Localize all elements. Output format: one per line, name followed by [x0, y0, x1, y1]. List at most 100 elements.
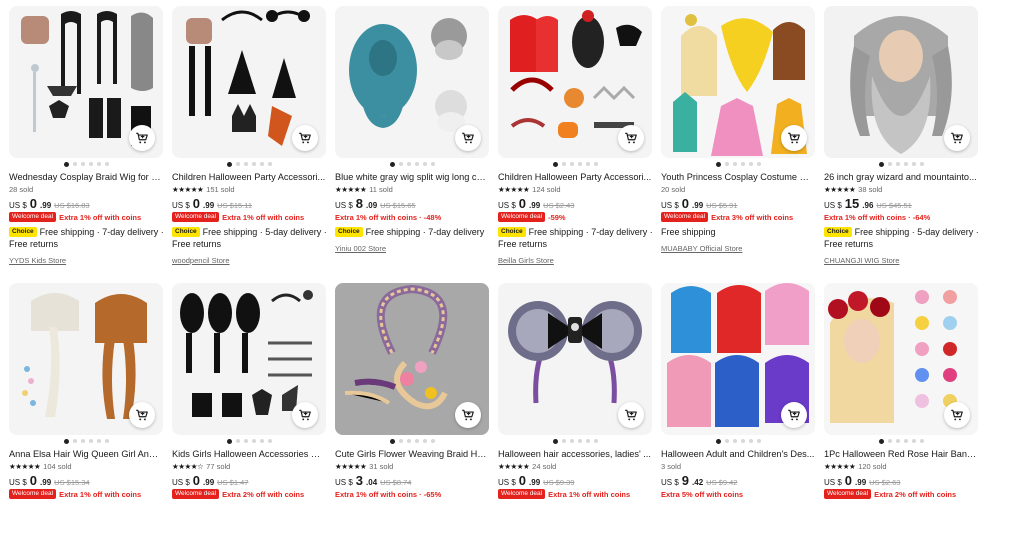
carousel-dot[interactable]	[267, 162, 272, 166]
carousel-dot[interactable]	[593, 439, 598, 443]
add-to-cart-button[interactable]	[129, 402, 155, 428]
carousel-dot[interactable]	[593, 162, 598, 166]
carousel-dot[interactable]	[577, 162, 582, 166]
image-carousel-dots[interactable]	[335, 437, 489, 445]
carousel-dot[interactable]	[895, 439, 900, 443]
product-image[interactable]	[824, 6, 978, 158]
carousel-dot[interactable]	[715, 438, 721, 444]
add-to-cart-button[interactable]	[618, 125, 644, 151]
carousel-dot[interactable]	[732, 439, 737, 443]
carousel-dot[interactable]	[398, 439, 403, 443]
carousel-dot[interactable]	[72, 162, 77, 166]
product-title[interactable]: Kids Girls Halloween Accessories Pr...	[172, 448, 326, 460]
add-to-cart-button[interactable]	[455, 125, 481, 151]
carousel-dot[interactable]	[732, 162, 737, 166]
carousel-dot[interactable]	[585, 439, 590, 443]
product-image[interactable]	[824, 283, 978, 435]
carousel-dot[interactable]	[903, 162, 908, 166]
carousel-dot[interactable]	[243, 439, 248, 443]
add-to-cart-button[interactable]	[781, 125, 807, 151]
product-image[interactable]	[335, 283, 489, 435]
add-to-cart-button[interactable]	[618, 402, 644, 428]
carousel-dot[interactable]	[585, 162, 590, 166]
carousel-dot[interactable]	[80, 162, 85, 166]
carousel-dot[interactable]	[422, 162, 427, 166]
image-carousel-dots[interactable]	[172, 437, 326, 445]
carousel-dot[interactable]	[398, 162, 403, 166]
product-card[interactable]: Kids Girls Halloween Accessories Pr... ★ ★…	[172, 283, 326, 560]
carousel-dot[interactable]	[80, 439, 85, 443]
carousel-dot[interactable]	[96, 162, 101, 166]
carousel-dot[interactable]	[406, 439, 411, 443]
image-carousel-dots[interactable]	[498, 437, 652, 445]
image-carousel-dots[interactable]	[335, 160, 489, 168]
carousel-dot[interactable]	[561, 162, 566, 166]
carousel-dot[interactable]	[919, 162, 924, 166]
carousel-dot[interactable]	[748, 162, 753, 166]
carousel-dot[interactable]	[911, 162, 916, 166]
carousel-dot[interactable]	[63, 438, 69, 444]
store-link[interactable]: MUABABY Official Store	[661, 244, 815, 254]
carousel-dot[interactable]	[104, 162, 109, 166]
carousel-dot[interactable]	[740, 439, 745, 443]
add-to-cart-button[interactable]	[455, 402, 481, 428]
store-link[interactable]: Beilla Girls Store	[498, 256, 652, 266]
product-title[interactable]: Youth Princess Cosplay Costume Cr...	[661, 171, 815, 183]
carousel-dot[interactable]	[226, 161, 232, 167]
product-title[interactable]: 1Pc Halloween Red Rose Hair Band ...	[824, 448, 978, 460]
product-card[interactable]: Blue white gray wig split wig long cu...…	[335, 6, 489, 283]
image-carousel-dots[interactable]	[498, 160, 652, 168]
carousel-dot[interactable]	[389, 438, 395, 444]
carousel-dot[interactable]	[911, 439, 916, 443]
carousel-dot[interactable]	[903, 439, 908, 443]
image-carousel-dots[interactable]	[9, 437, 163, 445]
carousel-dot[interactable]	[740, 162, 745, 166]
carousel-dot[interactable]	[748, 439, 753, 443]
carousel-dot[interactable]	[104, 439, 109, 443]
image-carousel-dots[interactable]	[661, 160, 815, 168]
product-card[interactable]: 26 inch gray wizard and mountainto... ★ ★ ★…	[824, 6, 978, 283]
carousel-dot[interactable]	[88, 439, 93, 443]
product-card[interactable]: Children Halloween Party Accessori... ★ ★ ★…	[498, 6, 652, 283]
add-to-cart-button[interactable]	[944, 402, 970, 428]
product-title[interactable]: 26 inch gray wizard and mountainto...	[824, 171, 978, 183]
product-image[interactable]	[172, 6, 326, 158]
carousel-dot[interactable]	[267, 439, 272, 443]
store-link[interactable]: Yiniu 002 Store	[335, 244, 489, 254]
add-to-cart-button[interactable]	[781, 402, 807, 428]
product-title[interactable]: Children Halloween Party Accessori...	[172, 171, 326, 183]
product-card[interactable]: Halloween hair accessories, ladies' ... ★…	[498, 283, 652, 560]
carousel-dot[interactable]	[259, 439, 264, 443]
product-card[interactable]: Anna Elsa Hair Wig Queen Girl Anna... ★ ★ ★…	[9, 283, 163, 560]
product-card[interactable]: 1Pc Halloween Red Rose Hair Band ... ★ ★ ★ ★…	[824, 283, 978, 560]
carousel-dot[interactable]	[389, 161, 395, 167]
image-carousel-dots[interactable]	[824, 437, 978, 445]
product-card[interactable]: Youth Princess Cosplay Costume Cr... 20 s…	[661, 6, 815, 283]
image-carousel-dots[interactable]	[824, 160, 978, 168]
image-carousel-dots[interactable]	[172, 160, 326, 168]
product-title[interactable]: Cute Girls Flower Weaving Braid He...	[335, 448, 489, 460]
add-to-cart-button[interactable]	[292, 125, 318, 151]
carousel-dot[interactable]	[569, 439, 574, 443]
store-link[interactable]: CHUANGJI WIG Store	[824, 256, 978, 266]
carousel-dot[interactable]	[887, 439, 892, 443]
product-image[interactable]	[9, 283, 163, 435]
product-image[interactable]	[661, 283, 815, 435]
store-link[interactable]: woodpencil Store	[172, 256, 326, 266]
add-to-cart-button[interactable]	[129, 125, 155, 151]
product-title[interactable]: Blue white gray wig split wig long cu...	[335, 171, 489, 183]
carousel-dot[interactable]	[422, 439, 427, 443]
product-image[interactable]	[172, 283, 326, 435]
carousel-dot[interactable]	[88, 162, 93, 166]
carousel-dot[interactable]	[259, 162, 264, 166]
store-link[interactable]: YYDS Kids Store	[9, 256, 163, 266]
carousel-dot[interactable]	[235, 162, 240, 166]
product-title[interactable]: Halloween Adult and Children's Des...	[661, 448, 815, 460]
carousel-dot[interactable]	[406, 162, 411, 166]
product-image[interactable]	[498, 6, 652, 158]
product-card[interactable]: Cute Girls Flower Weaving Braid He... ★ ★ ★…	[335, 283, 489, 560]
carousel-dot[interactable]	[414, 439, 419, 443]
add-to-cart-button[interactable]	[292, 402, 318, 428]
product-card[interactable]: Halloween Adult and Children's Des... 3 s…	[661, 283, 815, 560]
carousel-dot[interactable]	[235, 439, 240, 443]
